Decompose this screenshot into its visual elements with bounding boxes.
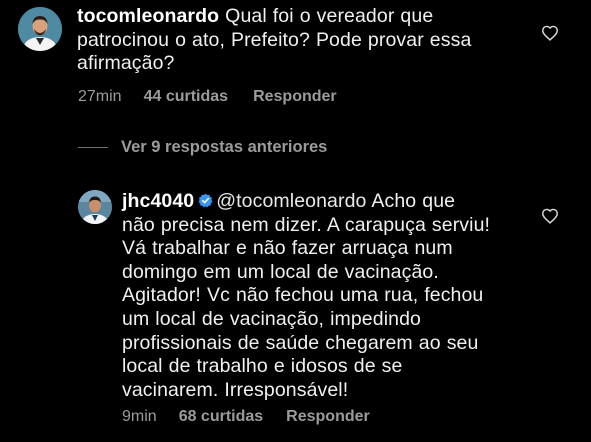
verified-badge-icon bbox=[198, 193, 213, 208]
comment-body-line: patrocinou o ato, Prefeito? Pode provar … bbox=[77, 28, 472, 51]
heart-icon[interactable] bbox=[541, 25, 559, 41]
view-previous-replies-button[interactable]: Ver 9 respostas anteriores bbox=[78, 138, 327, 157]
comment-body-line: vacinarem. Irresponsável! bbox=[122, 378, 349, 401]
likes-count[interactable]: 44 curtidas bbox=[144, 88, 228, 106]
comment-time: 27min bbox=[78, 88, 122, 105]
comment-body-line: profissionais de saúde chegarem ao seu bbox=[122, 331, 479, 354]
username[interactable]: tocomleonardo bbox=[77, 5, 219, 27]
heart-icon[interactable] bbox=[541, 208, 559, 224]
comment-meta: 9min 68 curtidas Responder bbox=[122, 408, 370, 426]
comment-body-line: local de trabalho e idosos de se bbox=[122, 355, 403, 378]
comment-body-line: Acho que bbox=[366, 190, 456, 212]
comment-jhc4040: jhc4040 @tocomleonardo Acho que não prec… bbox=[0, 175, 591, 442]
comment-body-line: afirmação? bbox=[77, 52, 175, 75]
comment-body-line: Vá trabalhar e não fazer arruaça num bbox=[122, 237, 453, 260]
divider-line bbox=[78, 147, 108, 148]
comment-tocomleonardo: tocomleonardo Qual foi o vereador que pa… bbox=[0, 0, 591, 112]
comment-body-line: domingo em um local de vacinação. bbox=[122, 260, 439, 283]
mention-link[interactable]: @tocomleonardo bbox=[216, 190, 366, 212]
comment-time: 9min bbox=[122, 408, 157, 425]
username[interactable]: jhc4040 bbox=[122, 190, 194, 212]
comment-body-line: Qual foi o vereador que bbox=[219, 5, 434, 27]
view-replies-label: Ver 9 respostas anteriores bbox=[121, 138, 328, 156]
avatar[interactable] bbox=[18, 7, 62, 51]
reply-button[interactable]: Responder bbox=[253, 88, 337, 106]
avatar[interactable] bbox=[78, 190, 112, 224]
comment-text: jhc4040 @tocomleonardo Acho que não prec… bbox=[122, 190, 532, 402]
comment-body-line: não precisa nem dizer. A carapuça serviu… bbox=[122, 213, 491, 236]
comment-body-line: Agitador! Vc não fechou uma rua, fechou bbox=[122, 284, 484, 307]
likes-count[interactable]: 68 curtidas bbox=[179, 408, 263, 426]
comment-body-line: um local de vacinação, impedindo bbox=[122, 307, 421, 330]
comment-text: tocomleonardo Qual foi o vereador que pa… bbox=[77, 5, 517, 76]
reply-button[interactable]: Responder bbox=[286, 408, 370, 426]
comment-meta: 27min 44 curtidas Responder bbox=[78, 88, 337, 106]
